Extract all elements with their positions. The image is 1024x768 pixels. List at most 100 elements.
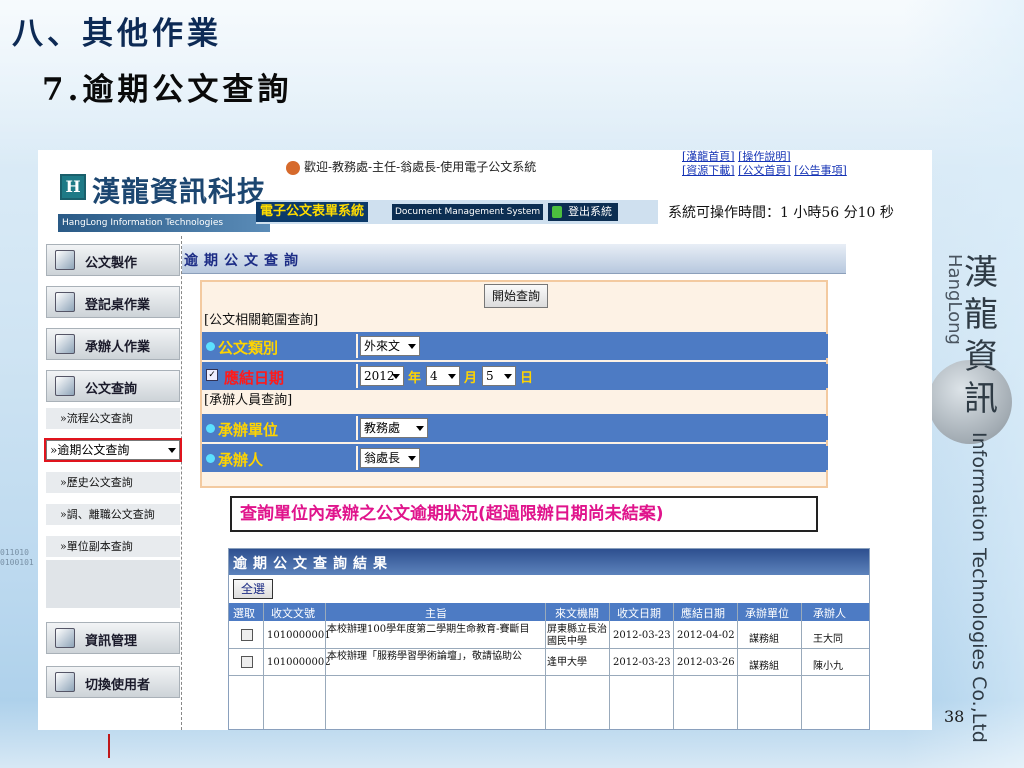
column-divider xyxy=(325,603,326,729)
system-bar: 電子公文表單系統 Document Management System 登出系統 xyxy=(256,200,658,224)
sidebar-item-query[interactable]: 公文查詢 xyxy=(46,370,180,402)
sidebar-item-handler[interactable]: 承辦人作業 xyxy=(46,328,180,360)
company-logo[interactable]: H 漢龍資訊科技 HangLong Information Technologi… xyxy=(58,170,270,232)
year-unit: 年 xyxy=(408,371,422,386)
month-unit: 月 xyxy=(464,371,478,386)
start-query-button[interactable]: 開始查詢 xyxy=(484,284,548,308)
sidebar-item-registry[interactable]: 登記桌作業 xyxy=(46,286,180,318)
user-icon xyxy=(286,160,300,175)
welcome-message: 歡迎-教務處-主任-翁處長-使用電子公文系統 xyxy=(286,158,536,175)
link-home[interactable]: [漢龍首頁] xyxy=(682,150,735,163)
brand-char: 漢 xyxy=(964,253,998,293)
person-icon xyxy=(55,334,75,354)
sidebar-sub-history-query[interactable]: »歷史公文查詢 xyxy=(46,472,180,494)
row-unit: 承辦單位 教務處 xyxy=(202,412,828,442)
doc-type-select[interactable]: 外來文 xyxy=(360,336,420,356)
cell-person: 王大同 xyxy=(813,634,843,645)
select-all-button[interactable]: 全選 xyxy=(233,579,273,599)
cell-unit: 謀務組 xyxy=(749,634,779,645)
cell-org: 屏東縣立長治國民中學 xyxy=(547,624,607,647)
logo-chinese-name: 漢龍資訊科技 xyxy=(92,175,267,208)
cell-recv-date: 2012-03-23 xyxy=(613,657,671,668)
column-divider xyxy=(737,603,738,729)
col-select: 選取 xyxy=(233,607,255,620)
unit-select[interactable]: 教務處 xyxy=(360,418,428,438)
session-timer: 系統可操作時間：1 小時56 分10 秒 xyxy=(668,205,894,221)
cell-subject[interactable]: 本校辦理「服務學習學術論壇」，敬請協助公 xyxy=(327,651,547,663)
sidebar-item-info-mgmt[interactable]: 資訊管理 xyxy=(46,622,180,654)
sidebar-sub-flow-query[interactable]: »流程公文查詢 xyxy=(46,408,180,430)
binary-decoration: 011010 0100101 xyxy=(0,548,34,568)
sidebar-item-label: 公文製作 xyxy=(85,256,138,271)
cell-subject[interactable]: 本校辦理100學年度第二學期生命教育-賽斷目 xyxy=(327,624,547,636)
due-date-checkbox[interactable]: ✓ xyxy=(206,369,218,381)
row-checkbox[interactable] xyxy=(241,656,253,668)
sidebar: 公文製作 登記桌作業 承辦人作業 公文查詢 »流程公文查詢 »逾期公文查詢 »歷… xyxy=(38,236,182,730)
sidebar-sub-overdue-query[interactable]: »逾期公文查詢 xyxy=(44,438,182,462)
month-select[interactable]: 4 xyxy=(426,366,460,386)
unit-label: 承辦單位 xyxy=(218,421,279,439)
system-english-name: Document Management System xyxy=(392,204,544,220)
column-divider xyxy=(673,603,674,729)
switch-user-icon xyxy=(55,672,75,692)
sidebar-item-switch-user[interactable]: 切換使用者 xyxy=(46,666,180,698)
app-header: H 漢龍資訊科技 HangLong Information Technologi… xyxy=(38,150,932,236)
year-select[interactable]: 2012 xyxy=(360,366,404,386)
col-org: 來文機關 xyxy=(555,607,599,620)
doc-type-label: 公文類別 xyxy=(218,339,279,357)
desk-icon xyxy=(55,292,75,312)
page-number: 38 xyxy=(944,707,965,726)
row-doc-type: 公文類別 外來文 xyxy=(202,330,828,360)
col-subject: 主旨 xyxy=(425,607,447,620)
cell-org: 逢甲大學 xyxy=(547,657,587,668)
binary-line: 0100101 xyxy=(0,558,34,567)
welcome-text: 歡迎-教務處-主任-翁處長-使用電子公文系統 xyxy=(304,160,537,174)
sidebar-sub-copy-query[interactable]: »單位副本查詢 xyxy=(46,536,180,558)
sidebar-item-compose[interactable]: 公文製作 xyxy=(46,244,180,276)
person-select[interactable]: 翁處長 xyxy=(360,448,420,468)
brand-char: 訊 xyxy=(964,379,998,419)
red-accent-line xyxy=(108,734,110,758)
col-doc-no: 收文文號 xyxy=(271,607,315,620)
row-person: 承辦人 翁處長 xyxy=(202,442,828,472)
link-help[interactable]: [操作說明] xyxy=(738,150,791,163)
col-recv-date: 收文日期 xyxy=(617,607,661,620)
brand-vertical-cn: 漢 龍 資 訊 xyxy=(946,252,1016,420)
bullet-icon xyxy=(206,342,215,351)
slide-subtitle: 7.逾期公文查詢 xyxy=(42,72,293,108)
sidebar-item-label: 承辦人作業 xyxy=(85,340,151,355)
binary-line: 011010 xyxy=(0,548,29,557)
brand-char: 資 xyxy=(964,337,998,377)
results-panel: 逾期公文查詢結果 全選 選取 收文文號 主旨 來文機關 收文日期 應結日期 承辦… xyxy=(228,548,870,730)
sidebar-item-label: 登記桌作業 xyxy=(85,298,151,313)
cell-doc-no: 1010000002 xyxy=(267,657,331,668)
column-divider xyxy=(801,603,802,729)
cell-due-date: 2012-04-02 xyxy=(677,630,735,641)
system-name: 電子公文表單系統 xyxy=(256,202,369,222)
day-select[interactable]: 5 xyxy=(482,366,516,386)
cell-doc-no: 1010000001 xyxy=(267,630,331,641)
brand-company-vertical: Information Technologies Co.,Ltd xyxy=(958,432,998,743)
link-doc-home[interactable]: [公文首頁] xyxy=(738,164,791,177)
sidebar-sub-transfer-query[interactable]: »調、離職公文查詢 xyxy=(46,504,180,526)
cell-person: 陳小九 xyxy=(813,661,843,672)
sidebar-item-label: 切換使用者 xyxy=(85,678,151,693)
results-title: 逾期公文查詢結果 xyxy=(233,556,393,572)
due-date-cell: 2012 年 4 月 5 日 xyxy=(356,364,828,388)
brand-char: 龍 xyxy=(964,295,998,335)
search-doc-icon xyxy=(55,376,75,396)
logout-button[interactable]: 登出系統 xyxy=(548,203,618,221)
link-announcements[interactable]: [公告事項] xyxy=(794,164,847,177)
cell-unit: 謀務組 xyxy=(749,661,779,672)
row-due-date: ✓ 應結日期 2012 年 4 月 5 日 xyxy=(202,360,828,390)
unit-cell: 教務處 xyxy=(356,416,828,440)
query-form: 開始查詢 [公文相關範圍查詢] 公文類別 外來文 ✓ 應結日期 2012 年 4… xyxy=(200,280,828,488)
overdue-query-panel: 逾期公文查詢 開始查詢 [公文相關範圍查詢] 公文類別 外來文 ✓ 應結日期 2… xyxy=(182,244,846,510)
cell-due-date: 2012-03-26 xyxy=(677,657,735,668)
network-icon xyxy=(55,628,75,648)
row-checkbox[interactable] xyxy=(241,629,253,641)
doc-type-cell: 外來文 xyxy=(356,334,828,358)
link-download[interactable]: [資源下載] xyxy=(682,164,735,177)
cell-recv-date: 2012-03-23 xyxy=(613,630,671,641)
section-doc-range: [公文相關範圍查詢] xyxy=(202,310,826,332)
